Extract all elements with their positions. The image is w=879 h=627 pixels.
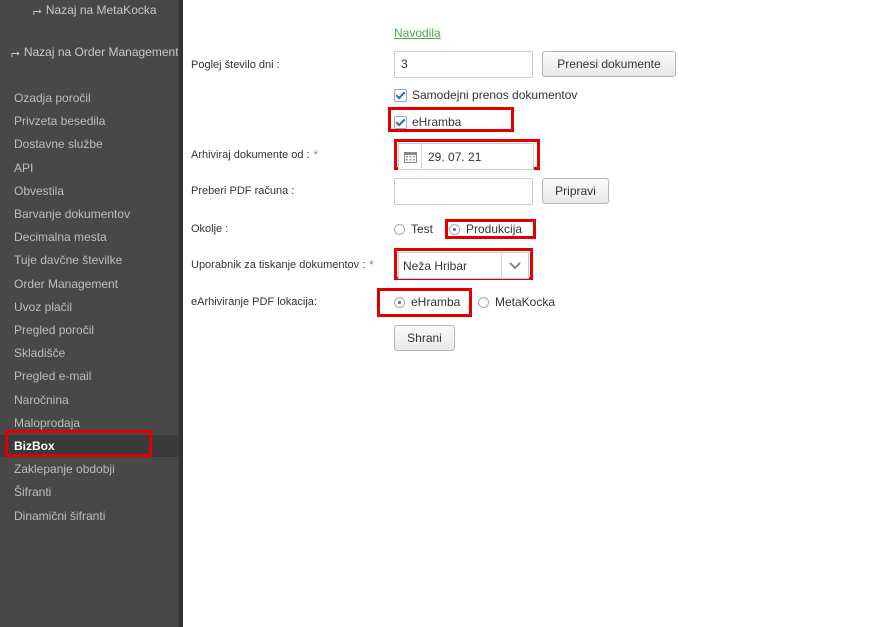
- sidebar-item-dostavne-sluzbe[interactable]: Dostavne službe: [0, 133, 178, 155]
- radio-selected-icon: [394, 296, 405, 308]
- back-to-order-management-label: Nazaj na Order Management: [23, 45, 179, 59]
- archive-date-input[interactable]: 29. 07. 21: [398, 143, 534, 170]
- ehramba-checkbox[interactable]: eHramba: [394, 115, 461, 129]
- print-user-label-text: Uporabnik za tiskanje dokumentov :: [191, 259, 366, 271]
- review-pdf-label: Preberi PDF računa :: [191, 185, 294, 197]
- sidebar-item-label: Naročnina: [14, 392, 69, 407]
- archive-from-label: Arhiviraj dokumente od : *: [191, 149, 318, 161]
- review-pdf-input[interactable]: [394, 178, 533, 205]
- sidebar-item-label: Privzeta besedila: [14, 114, 106, 129]
- sidebar-item-bizbox[interactable]: BizBox: [0, 435, 178, 457]
- env-test-label: Test: [411, 222, 434, 236]
- days-label: Poglej število dni :: [191, 59, 280, 71]
- chevron-down-icon[interactable]: [501, 253, 528, 278]
- sidebar-item-sifranti[interactable]: Šifranti: [0, 481, 178, 503]
- sidebar-item-label: Maloprodaja: [14, 415, 81, 430]
- loc-metakocka-radio[interactable]: MetaKocka: [478, 295, 555, 309]
- print-user-label: Uporabnik za tiskanje dokumentov : *: [191, 259, 374, 271]
- sidebar-item-label: Dostavne službe: [14, 137, 103, 152]
- back-to-order-management-link[interactable]: ⮣ Nazaj na Order Management: [11, 45, 179, 60]
- required-mark: *: [313, 149, 318, 161]
- save-button[interactable]: Shrani: [394, 325, 455, 351]
- back-to-metakocka-link[interactable]: ⮣ Nazaj na MetaKocka: [33, 3, 157, 18]
- ehramba-check-label: eHramba: [412, 115, 462, 129]
- required-mark: *: [369, 259, 374, 271]
- loc-ehramba-radio[interactable]: eHramba: [394, 295, 460, 309]
- sidebar-item-maloprodaja[interactable]: Maloprodaja: [0, 412, 178, 434]
- sidebar-item-label: Ozadja poročil: [14, 91, 91, 105]
- sidebar-item-ozadja-porocil[interactable]: Ozadja poročil: [0, 87, 178, 109]
- sidebar-item-skladisce[interactable]: Skladišče: [0, 342, 178, 364]
- sidebar-item-label: Skladišče: [14, 346, 66, 361]
- sidebar-item-barvanje-dokumentov[interactable]: Barvanje dokumentov: [0, 203, 178, 225]
- sidebar-item-obvestila[interactable]: Obvestila: [0, 180, 178, 202]
- sidebar-item-tuje-davcne-stevilke[interactable]: Tuje davčne številke: [0, 249, 178, 271]
- environment-label: Okolje :: [191, 223, 228, 235]
- archive-from-label-text: Arhiviraj dokumente od :: [191, 149, 310, 161]
- loc-ehramba-label: eHramba: [411, 295, 461, 309]
- sidebar: ⮣ Nazaj na MetaKocka ⮣ Nazaj na Order Mana…: [0, 0, 183, 627]
- sidebar-item-decimalna-mesta[interactable]: Decimalna mesta: [0, 226, 178, 248]
- pdf-location-label-text: eArhiviranje PDF lokacija:: [191, 296, 317, 308]
- env-production-label: Produkcija: [466, 222, 523, 236]
- days-input[interactable]: 3: [394, 51, 533, 78]
- sidebar-item-api[interactable]: API: [0, 157, 178, 179]
- transfer-documents-button[interactable]: Prenesi dokumente: [542, 51, 676, 77]
- sidebar-item-label: BizBox: [14, 439, 55, 453]
- sidebar-item-zaklepanje-obdobji[interactable]: Zaklepanje obdobji: [0, 458, 178, 480]
- env-test-radio[interactable]: Test: [394, 222, 433, 236]
- sidebar-item-pregled-e-mail[interactable]: Pregled e-mail: [0, 365, 178, 387]
- auto-transfer-checkbox[interactable]: Samodejni prenos dokumentov: [394, 88, 577, 102]
- back-to-metakocka-label: Nazaj na MetaKocka: [45, 3, 157, 17]
- env-production-radio[interactable]: Produkcija: [449, 222, 522, 236]
- sidebar-item-label: Dinamični šifranti: [14, 508, 106, 523]
- sidebar-item-label: Šifranti: [14, 485, 52, 500]
- sidebar-item-privzeta-besedila[interactable]: Privzeta besedila: [0, 110, 178, 132]
- sidebar-item-pregled-porocil[interactable]: Pregled poročil: [0, 319, 178, 341]
- sidebar-item-label: Pregled poročil: [14, 323, 95, 337]
- checkbox-checked-icon: [394, 115, 407, 129]
- prepare-button[interactable]: Pripravi: [542, 178, 609, 204]
- calendar-icon[interactable]: [399, 144, 422, 169]
- sidebar-item-label: Obvestila: [14, 183, 65, 198]
- days-label-text: Poglej število dni :: [191, 59, 280, 71]
- sidebar-item-label: Order Management: [14, 276, 119, 291]
- sidebar-item-label: Zaklepanje obdobji: [14, 462, 115, 477]
- review-pdf-label-text: Preberi PDF računa :: [191, 185, 295, 197]
- sign-out-icon: ⮣: [33, 5, 42, 17]
- sidebar-item-order-management[interactable]: Order Management: [0, 273, 178, 295]
- checkbox-checked-icon: [394, 88, 407, 102]
- print-user-select[interactable]: Neža Hribar: [398, 252, 529, 279]
- pdf-location-label: eArhiviranje PDF lokacija:: [191, 296, 317, 308]
- sidebar-edge: [178, 0, 183, 627]
- sidebar-item-label: Uvoz plačil: [14, 299, 73, 314]
- environment-label-text: Okolje :: [191, 223, 229, 235]
- sign-out-icon: ⮣: [11, 47, 20, 59]
- sidebar-item-label: Pregled e-mail: [14, 369, 92, 384]
- sidebar-item-dinamicni-sifranti[interactable]: Dinamični šifranti: [0, 505, 178, 527]
- sidebar-item-uvoz-placil[interactable]: Uvoz plačil: [0, 296, 178, 318]
- auto-transfer-label: Samodejni prenos dokumentov: [412, 88, 578, 102]
- sidebar-item-label: Decimalna mesta: [14, 230, 107, 245]
- radio-unselected-icon: [478, 296, 489, 308]
- loc-metakocka-label: MetaKocka: [495, 295, 556, 309]
- radio-unselected-icon: [394, 223, 405, 235]
- archive-date-value: 29. 07. 21: [428, 149, 482, 164]
- sidebar-item-label: Barvanje dokumentov: [14, 207, 131, 221]
- instructions-link[interactable]: Navodila: [394, 26, 441, 40]
- sidebar-item-narocnina[interactable]: Naročnina: [0, 389, 178, 411]
- print-user-value: Neža Hribar: [403, 258, 468, 273]
- sidebar-item-label: Tuje davčne številke: [14, 253, 123, 268]
- radio-selected-icon: [449, 223, 460, 235]
- sidebar-item-label: API: [14, 160, 34, 175]
